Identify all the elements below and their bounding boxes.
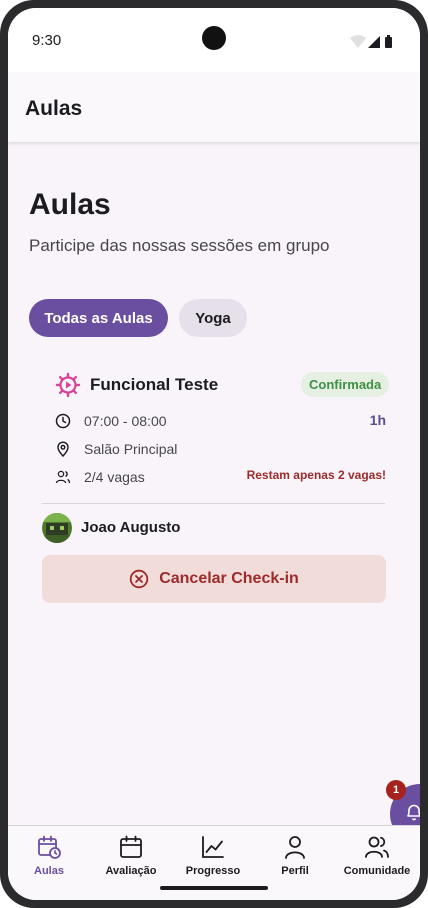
cancel-checkin-button[interactable]: Cancelar Check-in <box>42 555 386 603</box>
filter-chip-yoga[interactable]: Yoga <box>179 299 247 337</box>
nav-item-aulas[interactable]: Aulas <box>8 826 90 886</box>
nav-item-comunidade[interactable]: Comunidade <box>336 826 418 886</box>
filter-chip-all[interactable]: Todas as Aulas <box>29 299 168 337</box>
cancel-circle-icon <box>129 569 149 589</box>
class-location: Salão Principal <box>84 441 178 457</box>
class-time-row: 07:00 - 08:00 <box>55 411 167 431</box>
nav-label-avaliacao: Avaliação <box>105 865 157 877</box>
status-bar: 9:30 <box>8 8 420 72</box>
class-location-row: Salão Principal <box>55 439 177 459</box>
class-duration: 1h <box>369 412 386 428</box>
class-name: Funcional Teste <box>90 375 219 394</box>
status-badge: Confirmada <box>301 372 390 397</box>
calendar-icon <box>120 835 142 858</box>
status-time: 9:30 <box>32 32 62 49</box>
calendar-clock-icon <box>38 835 61 859</box>
nav-item-progresso[interactable]: Progresso <box>172 826 254 886</box>
avatar <box>42 513 72 543</box>
bell-icon <box>407 804 420 821</box>
battery-icon <box>385 37 392 48</box>
location-pin-icon <box>57 441 69 457</box>
nav-item-perfil[interactable]: Perfil <box>254 826 336 886</box>
nav-label-progresso: Progresso <box>185 865 241 877</box>
nav-label-comunidade: Comunidade <box>343 865 411 877</box>
cancel-checkin-label: Cancelar Check-in <box>159 570 299 587</box>
person-icon <box>285 836 305 859</box>
class-spots: 2/4 vagas <box>84 469 145 485</box>
spots-warning: Restam apenas 2 vagas! <box>246 468 386 482</box>
app-bar: Aulas <box>8 72 420 142</box>
class-time: 07:00 - 08:00 <box>84 413 167 429</box>
page-subtitle: Participe das nossas sessões em grupo <box>29 236 330 255</box>
people-icon <box>365 836 389 858</box>
chart-line-icon <box>202 836 224 858</box>
gear-play-icon <box>55 372 81 398</box>
page-title: Aulas <box>29 188 111 221</box>
nav-label-perfil: Perfil <box>281 865 309 877</box>
people-icon <box>55 470 71 484</box>
class-spots-row: 2/4 vagas <box>55 467 145 487</box>
user-avatar-image <box>42 513 72 543</box>
nav-label-aulas: Aulas <box>34 865 64 877</box>
nav-item-avaliacao[interactable]: Avaliação <box>90 826 172 886</box>
app-bar-title: Aulas <box>25 97 83 120</box>
participant-name: Joao Augusto <box>81 519 181 536</box>
status-icons <box>350 35 392 48</box>
bottom-navigation: Aulas Avaliação Progresso Perfil Comunid… <box>8 825 420 900</box>
notification-count-badge: 1 <box>386 780 406 800</box>
app-screen: 9:30 Aulas Aulas Participe das nossas se… <box>8 8 420 900</box>
device-frame: 9:30 Aulas Aulas Participe das nossas se… <box>0 0 428 908</box>
camera-cutout <box>202 26 226 50</box>
clock-icon <box>55 413 71 429</box>
signal-icon <box>368 36 380 48</box>
home-indicator <box>160 886 268 890</box>
card-divider <box>42 503 385 504</box>
wifi-icon <box>350 35 366 48</box>
